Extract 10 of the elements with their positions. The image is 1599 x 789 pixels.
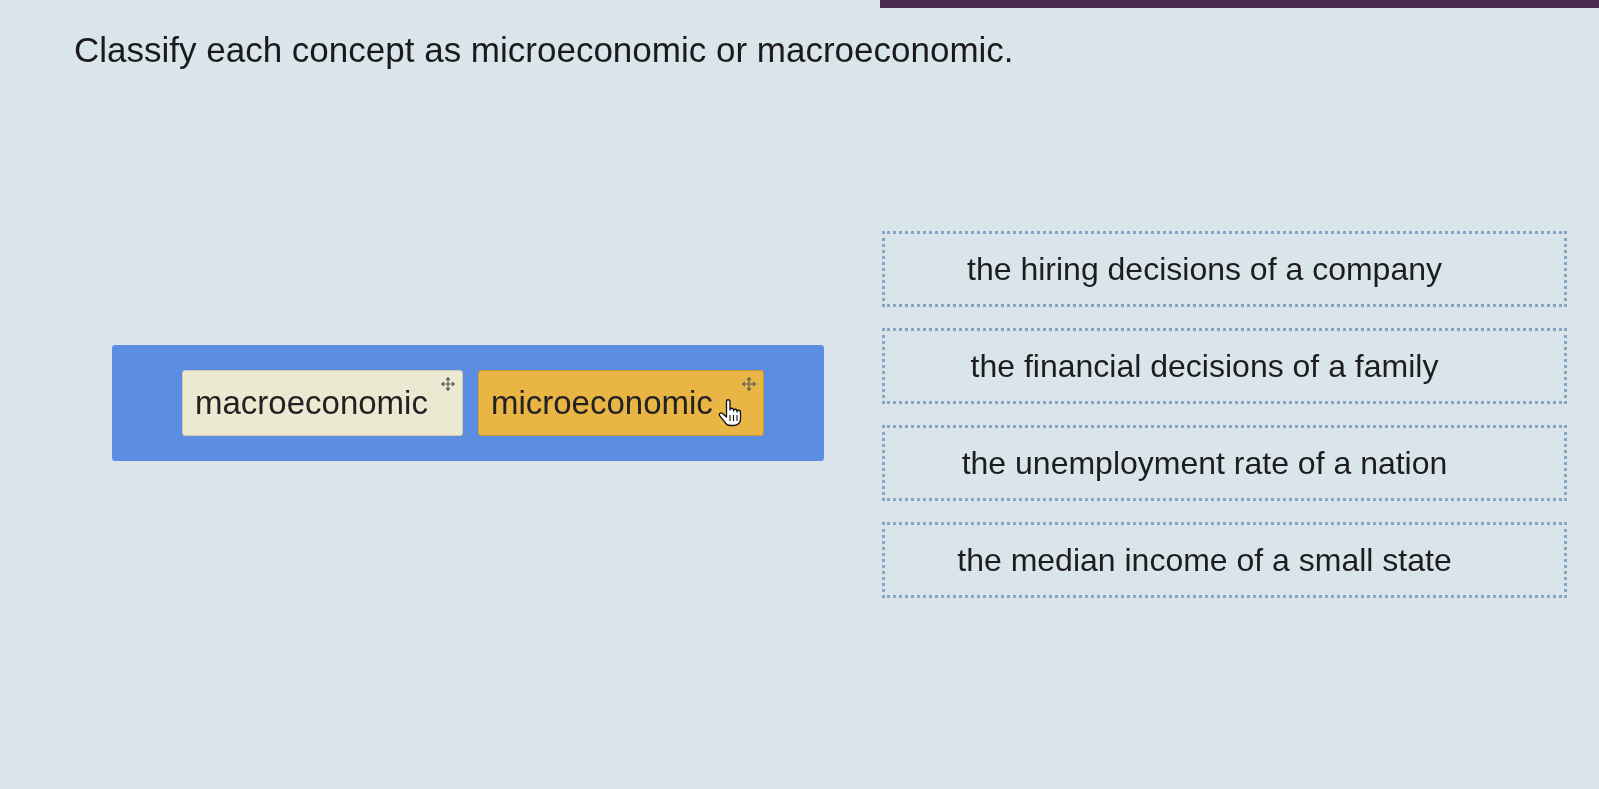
answer-chip[interactable]: microeconomic xyxy=(477,370,764,436)
hand-cursor-icon xyxy=(717,399,742,427)
answer-chip[interactable]: macroeconomic xyxy=(182,370,463,436)
question-prompt: Classify each concept as microeconomic or macroeconomic. xyxy=(74,30,1014,70)
drop-zone[interactable]: the financial decisions of a family xyxy=(882,328,1567,404)
drop-zone[interactable]: the hiring decisions of a company xyxy=(882,231,1567,307)
drop-zone[interactable]: the median income of a small state xyxy=(882,522,1567,598)
move-icon xyxy=(741,377,756,391)
move-icon xyxy=(440,377,455,391)
drop-zone[interactable]: the unemployment rate of a nation xyxy=(882,425,1567,501)
